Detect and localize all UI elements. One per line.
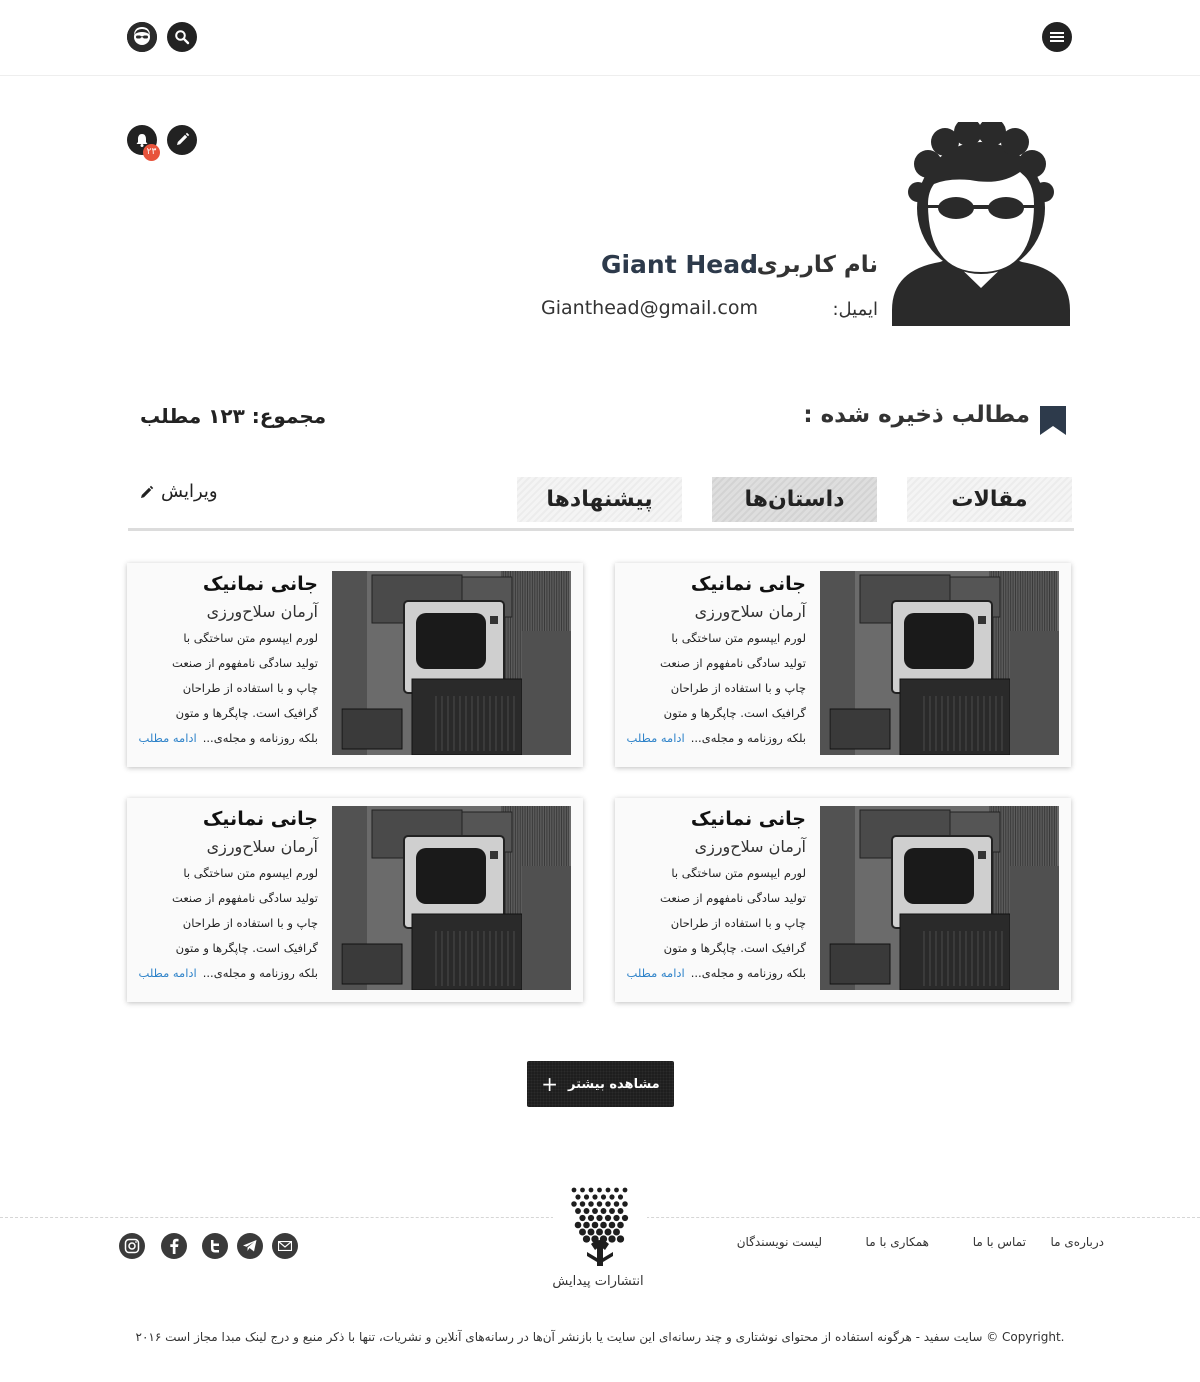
card-excerpt-line: چاپ و با استفاده از طراحان bbox=[182, 681, 318, 695]
instagram-icon[interactable] bbox=[119, 1233, 145, 1259]
copyright-text: سایت سفید - هرگونه استفاده از محتوای نوش… bbox=[135, 1330, 1065, 1344]
edit-label: ویرایش bbox=[161, 481, 218, 502]
tree-logo-icon bbox=[571, 1187, 629, 1266]
card-title[interactable]: جانی نمانیک bbox=[626, 808, 806, 830]
card-thumbnail[interactable] bbox=[820, 806, 1059, 990]
footer-link-contact[interactable]: تماس با ما bbox=[973, 1235, 1026, 1249]
story-card[interactable]: جانی نمانیک آرمان سلاح‌ورزی لورم ایپسوم … bbox=[615, 563, 1071, 767]
tab-suggestions[interactable]: پیشنهادها bbox=[517, 477, 682, 522]
card-title[interactable]: جانی نمانیک bbox=[138, 573, 318, 595]
card-excerpt-line: بلکه روزنامه و مجله‌ی...ادامه مطلب bbox=[626, 731, 806, 745]
card-thumbnail[interactable] bbox=[820, 571, 1059, 755]
card-thumbnail[interactable] bbox=[332, 806, 571, 990]
tabs-divider bbox=[128, 528, 1074, 531]
card-title[interactable]: جانی نمانیک bbox=[626, 573, 806, 595]
username-value: Giant Head bbox=[600, 250, 758, 279]
profile-avatar bbox=[890, 118, 1072, 326]
card-title[interactable]: جانی نمانیک bbox=[138, 808, 318, 830]
footer-link-writers[interactable]: لیست نویسندگان bbox=[737, 1235, 822, 1249]
username-label: نام کاربری: bbox=[747, 252, 878, 278]
card-excerpt-line: گرافیک است. چاپگرها و متون bbox=[663, 706, 806, 720]
card-excerpt-line: گرافیک است. چاپگرها و متون bbox=[663, 941, 806, 955]
telegram-icon[interactable] bbox=[237, 1233, 263, 1259]
card-thumbnail[interactable] bbox=[332, 571, 571, 755]
facebook-icon[interactable] bbox=[161, 1233, 187, 1259]
card-excerpt-line: چاپ و با استفاده از طراحان bbox=[670, 681, 806, 695]
footer-link-cooperation[interactable]: همکاری با ما bbox=[866, 1235, 929, 1249]
tab-label: مقالات bbox=[951, 487, 1028, 512]
notification-count-badge: ۲۳ bbox=[143, 144, 160, 161]
card-excerpt-line: بلکه روزنامه و مجله‌ی...ادامه مطلب bbox=[626, 966, 806, 980]
hamburger-menu-icon[interactable] bbox=[1042, 22, 1072, 52]
top-bar bbox=[0, 0, 1200, 76]
pencil-icon bbox=[141, 485, 154, 498]
email-value: Gianthead@gmail.com bbox=[541, 297, 758, 319]
story-card[interactable]: جانی نمانیک آرمان سلاح‌ورزی لورم ایپسوم … bbox=[127, 798, 583, 1002]
card-excerpt-line: بلکه روزنامه و مجله‌ی...ادامه مطلب bbox=[138, 966, 318, 980]
card-author: آرمان سلاح‌ورزی bbox=[694, 602, 806, 621]
tab-label: پیشنهادها bbox=[546, 487, 653, 512]
card-excerpt-line: لورم ایپسوم متن ساختگی با bbox=[183, 866, 318, 880]
search-icon[interactable] bbox=[167, 22, 197, 52]
card-excerpt-line: تولید سادگی نامفهوم از صنعت bbox=[172, 891, 318, 905]
read-more-link[interactable]: ادامه مطلب bbox=[139, 966, 197, 980]
story-card[interactable]: جانی نمانیک آرمان سلاح‌ورزی لورم ایپسوم … bbox=[615, 798, 1071, 1002]
card-excerpt-line: گرافیک است. چاپگرها و متون bbox=[175, 941, 318, 955]
email-icon[interactable] bbox=[272, 1233, 298, 1259]
card-excerpt-line: تولید سادگی نامفهوم از صنعت bbox=[660, 891, 806, 905]
card-excerpt-line: چاپ و با استفاده از طراحان bbox=[670, 916, 806, 930]
twitter-icon[interactable] bbox=[202, 1233, 228, 1259]
footer-link-about[interactable]: درباره‌ی ما bbox=[1050, 1235, 1104, 1249]
card-excerpt-line: لورم ایپسوم متن ساختگی با bbox=[671, 631, 806, 645]
tab-articles[interactable]: مقالات bbox=[907, 477, 1072, 522]
bookmark-icon bbox=[1040, 406, 1066, 435]
email-label: ایمیل: bbox=[832, 299, 878, 320]
load-more-button[interactable]: مشاهده بیشتر + bbox=[527, 1061, 674, 1107]
card-author: آرمان سلاح‌ورزی bbox=[206, 837, 318, 856]
card-excerpt-line: گرافیک است. چاپگرها و متون bbox=[175, 706, 318, 720]
saved-posts-title: مطالب ذخیره شده : bbox=[803, 402, 1030, 428]
card-author: آرمان سلاح‌ورزی bbox=[206, 602, 318, 621]
edit-list-button[interactable]: ویرایش bbox=[139, 481, 218, 502]
read-more-link[interactable]: ادامه مطلب bbox=[627, 966, 685, 980]
tab-stories[interactable]: داستان‌ها bbox=[712, 477, 877, 522]
card-excerpt-line: لورم ایپسوم متن ساختگی با bbox=[183, 631, 318, 645]
card-excerpt-line: چاپ و با استفاده از طراحان bbox=[182, 916, 318, 930]
card-excerpt-line: تولید سادگی نامفهوم از صنعت bbox=[660, 656, 806, 670]
user-avatar-icon[interactable] bbox=[127, 22, 157, 52]
card-excerpt-line: تولید سادگی نامفهوم از صنعت bbox=[172, 656, 318, 670]
plus-icon: + bbox=[541, 1072, 559, 1096]
story-card[interactable]: جانی نمانیک آرمان سلاح‌ورزی لورم ایپسوم … bbox=[127, 563, 583, 767]
publisher-name: انتشارات پیدایش bbox=[552, 1274, 644, 1289]
read-more-link[interactable]: ادامه مطلب bbox=[627, 731, 685, 745]
card-author: آرمان سلاح‌ورزی bbox=[694, 837, 806, 856]
tab-label: داستان‌ها bbox=[744, 487, 845, 512]
edit-profile-icon[interactable] bbox=[167, 125, 197, 155]
load-more-label: مشاهده بیشتر bbox=[568, 1076, 660, 1092]
card-excerpt-line: بلکه روزنامه و مجله‌ی...ادامه مطلب bbox=[138, 731, 318, 745]
read-more-link[interactable]: ادامه مطلب bbox=[139, 731, 197, 745]
saved-total-count: مجموع: ۱۲۳ مطلب bbox=[140, 404, 327, 428]
card-excerpt-line: لورم ایپسوم متن ساختگی با bbox=[671, 866, 806, 880]
